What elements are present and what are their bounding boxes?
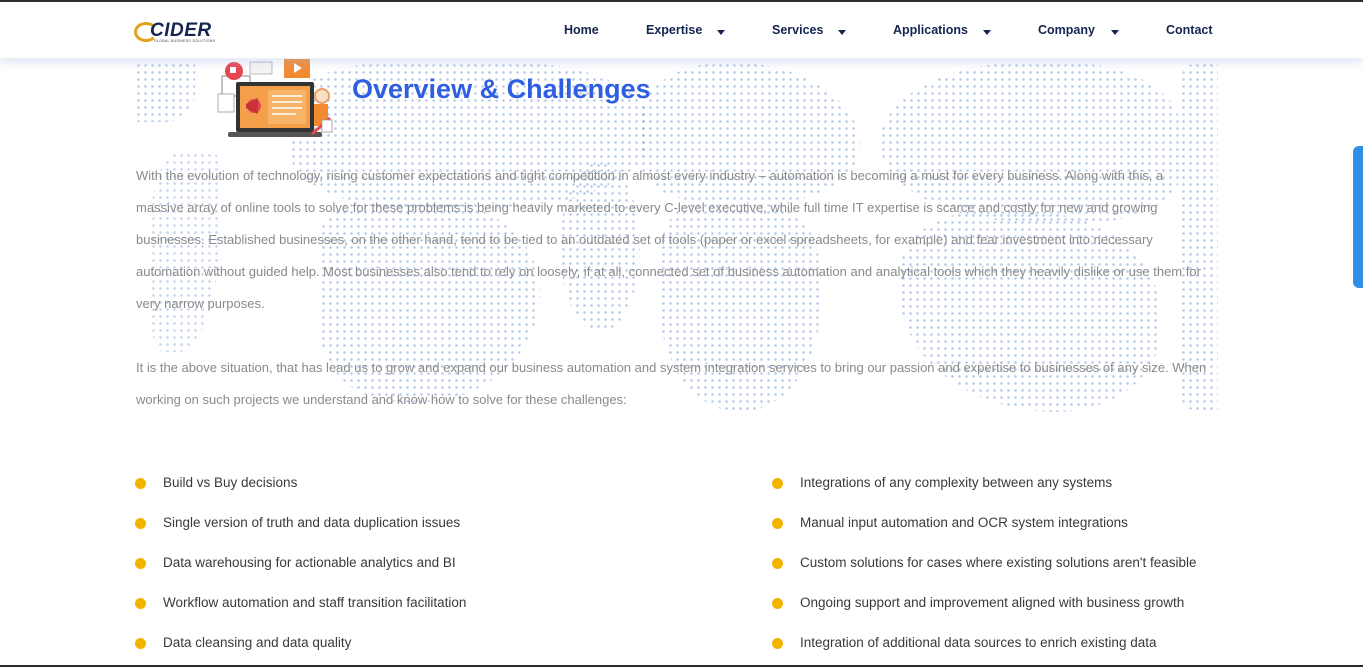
company-caret-down-icon[interactable] (1111, 30, 1119, 35)
bullet-dot-icon (772, 518, 783, 529)
list-item-text: Data cleansing and data quality (163, 635, 352, 650)
list-item-text: Custom solutions for cases where existin… (800, 555, 1197, 570)
applications-caret-down-icon[interactable] (983, 30, 991, 35)
bullet-dot-icon (772, 478, 783, 489)
expertise-caret-down-icon[interactable] (717, 30, 725, 35)
intro-paragraph: With the evolution of technology, rising… (136, 168, 1201, 311)
nav-contact[interactable]: Contact (1166, 23, 1213, 37)
side-scroll-tab[interactable] (1353, 146, 1363, 288)
list-item-text: Integration of additional data sources t… (800, 635, 1157, 650)
list-item-text: Workflow automation and staff transition… (163, 595, 467, 610)
section-title: Overview & Challenges (352, 74, 651, 104)
bullet-dot-icon (135, 638, 146, 649)
list-item-text: Ongoing support and improvement aligned … (800, 595, 1185, 610)
bullet-dot-icon (772, 638, 783, 649)
nav-expertise[interactable]: Expertise (646, 23, 702, 37)
bullet-dot-icon (135, 518, 146, 529)
bullet-dot-icon (135, 478, 146, 489)
site-header: CIDER GLOBAL BUSINESS SOLUTIONS Home Exp… (0, 2, 1363, 59)
list-item-text: Build vs Buy decisions (163, 475, 298, 490)
list-item-text: Manual input automation and OCR system i… (800, 515, 1128, 530)
brand-logo[interactable]: CIDER GLOBAL BUSINESS SOLUTIONS (134, 20, 216, 48)
bullet-dot-icon (772, 558, 783, 569)
nav-home[interactable]: Home (564, 23, 599, 37)
list-item-text: Single version of truth and data duplica… (163, 515, 461, 530)
list-item-text: Integrations of any complexity between a… (800, 475, 1113, 490)
nav-applications[interactable]: Applications (893, 23, 968, 37)
bullet-dot-icon (135, 558, 146, 569)
nav-company[interactable]: Company (1038, 23, 1095, 37)
situation-paragraph: It is the above situation, that has lead… (136, 360, 1207, 407)
bullet-dot-icon (772, 598, 783, 609)
list-item-text: Data warehousing for actionable analytic… (163, 555, 456, 570)
laptop-marketing-illustration (217, 58, 333, 137)
services-caret-down-icon[interactable] (838, 30, 846, 35)
nav-services[interactable]: Services (772, 23, 823, 37)
bullet-dot-icon (135, 598, 146, 609)
logo-subtitle: GLOBAL BUSINESS SOLUTIONS (154, 39, 216, 43)
